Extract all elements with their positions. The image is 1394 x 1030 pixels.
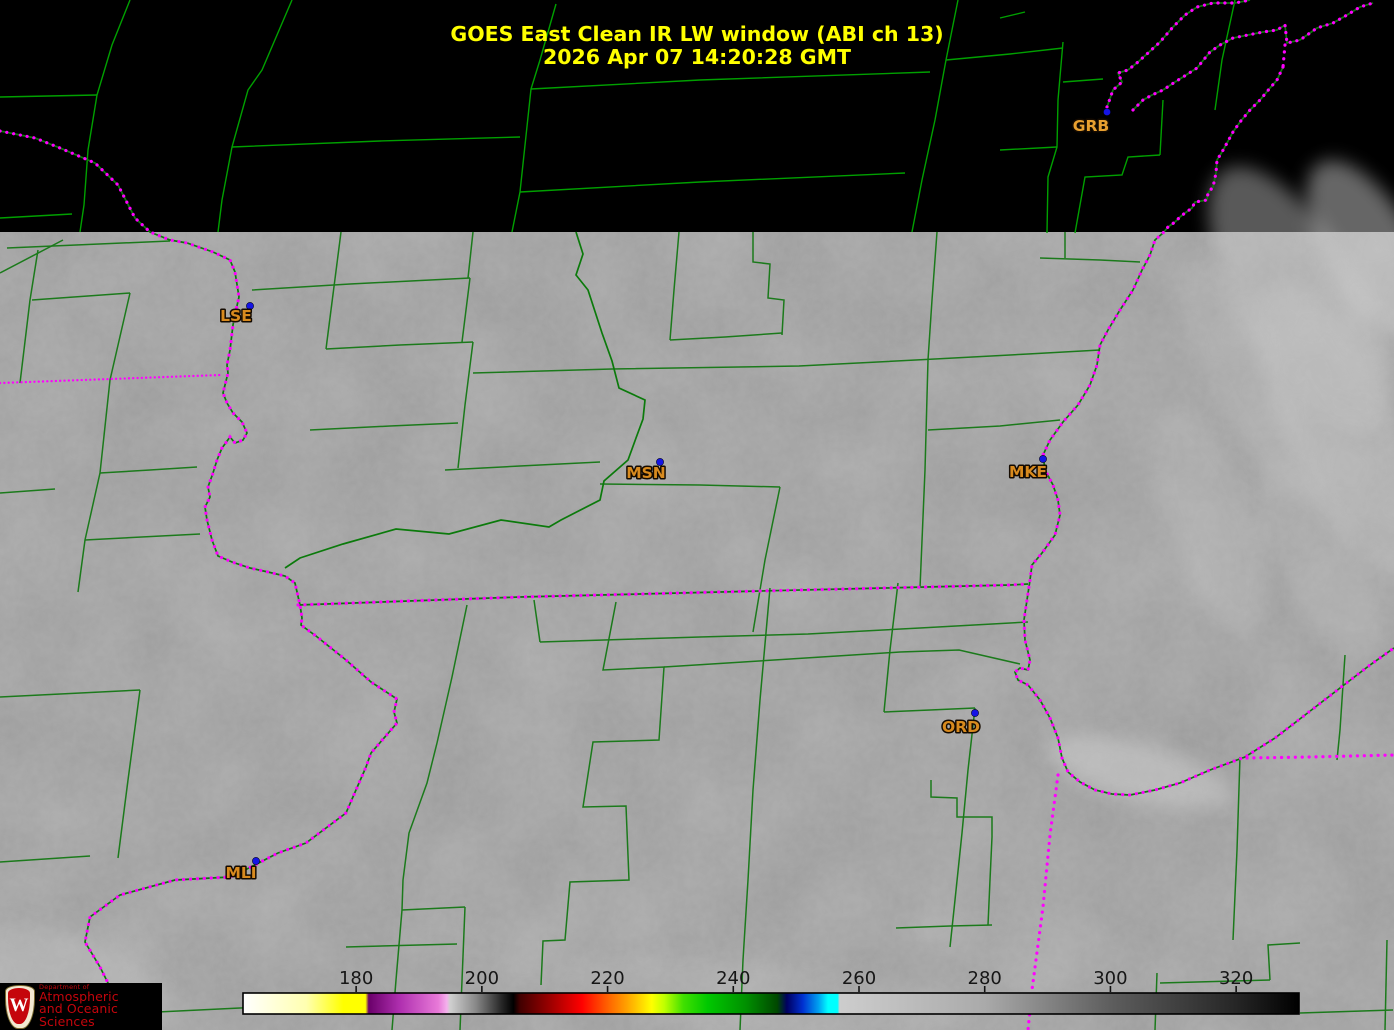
title-line-1: GOES East Clean IR LW window (ABI ch 13) <box>450 22 943 46</box>
satellite-image: GRB LSE MSN MKE ORD MLI GOES East Clean IR LW… <box>0 0 1394 1030</box>
uw-crest-icon: W <box>5 984 35 1029</box>
colorbar-gradient-bar <box>242 992 1300 1015</box>
city-marker-GRB <box>1103 108 1111 116</box>
title-line-2: 2026 Apr 07 14:20:28 GMT <box>543 45 851 69</box>
colorbar-tick-label: 200 <box>465 968 499 989</box>
city-label-MLI: MLI <box>225 864 256 882</box>
city-label-ORD: ORD <box>942 718 980 736</box>
city-marker-ORD <box>971 709 979 717</box>
colorbar-tick-label: 220 <box>590 968 624 989</box>
colorbar-tick-label: 280 <box>968 968 1002 989</box>
colorbar-tick-label: 240 <box>716 968 750 989</box>
colorbar-tick-label: 320 <box>1219 968 1253 989</box>
colorbar-tick-label: 260 <box>842 968 876 989</box>
city-label-LSE: LSE <box>220 307 252 325</box>
city-label-MSN: MSN <box>626 464 666 482</box>
colorbar-tick-label: 300 <box>1093 968 1127 989</box>
city-marker-MKE <box>1039 455 1047 463</box>
logo-text: Department of Atmospheric and Oceanic Sc… <box>39 984 162 1029</box>
city-label-MKE: MKE <box>1009 463 1047 481</box>
uw-monogram: W <box>9 995 29 1016</box>
colorbar-tick-label: 180 <box>339 968 373 989</box>
city-label-GRB: GRB <box>1073 117 1109 135</box>
uw-aos-logo: W Department of Atmospheric and Oceanic … <box>0 983 162 1030</box>
satellite-viewer: GRB LSE MSN MKE ORD MLI GOES East Clean IR LW… <box>0 0 1394 1030</box>
logo-line-2: and Oceanic Sciences <box>39 1001 118 1030</box>
ir-grain-texture <box>0 232 1394 1030</box>
